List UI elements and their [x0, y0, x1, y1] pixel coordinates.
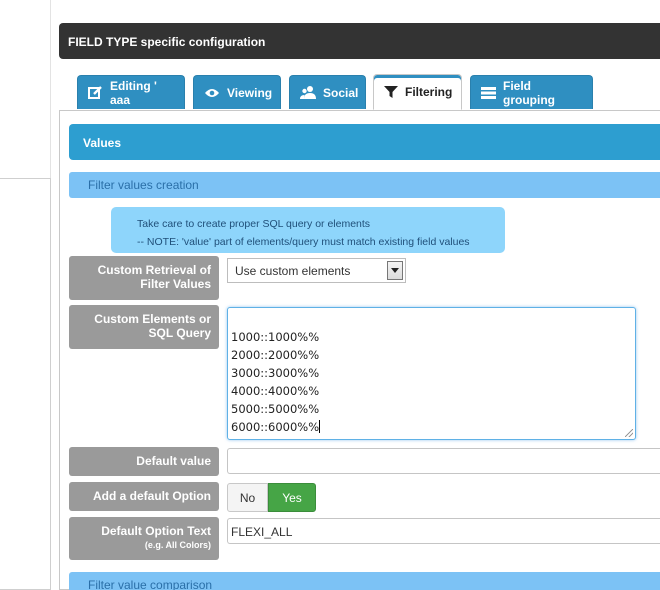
tab-editing-label: Editing ' aaa	[110, 78, 157, 107]
custom-elements-textarea[interactable]: 1000::1000%% 2000::2000%% 3000::3000%% 4…	[227, 307, 636, 440]
textarea-line: 2000::2000%%	[231, 348, 320, 362]
tab-viewing-label: Viewing	[227, 85, 273, 100]
config-header-title: FIELD TYPE specific configuration	[68, 35, 266, 49]
filter-values-creation-title: Filter values creation	[88, 178, 199, 192]
custom-retrieval-label-line2: Filter Values	[140, 277, 211, 291]
filter-values-creation-header[interactable]: Filter values creation	[69, 172, 660, 198]
custom-elements-label: Custom Elements or SQL Query	[69, 305, 219, 349]
custom-retrieval-selected-value: Use custom elements	[235, 264, 351, 278]
eye-icon	[204, 87, 220, 99]
textarea-line: 1000::1000%%	[231, 330, 320, 344]
textarea-line: 5000::5000%%	[231, 402, 320, 416]
text-caret	[319, 420, 321, 433]
filter-icon	[384, 85, 398, 99]
textarea-line: 6000::6000%%	[231, 420, 320, 434]
tab-field-grouping-label: Field grouping	[503, 78, 555, 107]
filter-value-comparison-title: Filter value comparison	[88, 578, 213, 590]
default-value-label: Default value	[69, 447, 219, 476]
default-option-text-label-text: Default Option Text	[101, 524, 211, 538]
sql-note-box: Take care to create proper SQL query or …	[111, 207, 505, 253]
list-icon	[481, 86, 496, 100]
custom-retrieval-select[interactable]: Use custom elements	[227, 258, 406, 283]
default-value-label-text: Default value	[136, 454, 211, 468]
config-header: FIELD TYPE specific configuration	[59, 23, 660, 59]
edit-icon	[88, 85, 103, 100]
tab-viewing[interactable]: Viewing	[193, 75, 281, 109]
default-option-text-label: Default Option Text (e.g. All Colors)	[69, 517, 219, 560]
filter-value-comparison-header[interactable]: Filter value comparison	[69, 572, 660, 590]
tab-filtering-label: Filtering	[405, 85, 453, 99]
default-option-text-input[interactable]: FLEXI_ALL	[227, 518, 660, 544]
yes-option-button[interactable]: Yes	[268, 483, 316, 512]
no-option-button[interactable]: No	[227, 483, 268, 512]
resize-handle-icon[interactable]	[625, 429, 633, 437]
left-panel-box	[0, 178, 51, 590]
custom-elements-label-line2: SQL Query	[148, 326, 211, 340]
custom-retrieval-label-line1: Custom Retrieval of	[97, 263, 211, 277]
no-option-label: No	[239, 490, 256, 505]
custom-retrieval-label: Custom Retrieval of Filter Values	[69, 256, 219, 300]
yes-option-label: Yes	[282, 490, 302, 505]
textarea-last-line: 6000::6000%%	[231, 418, 632, 436]
tab-bar: Editing ' aaa Viewing Social Filtering F…	[59, 59, 660, 111]
tab-field-grouping[interactable]: Field grouping	[470, 75, 593, 109]
users-icon	[300, 85, 316, 100]
textarea-line: 3000::3000%%	[231, 366, 320, 380]
add-default-option-label-text: Add a default Option	[93, 489, 211, 503]
tab-social[interactable]: Social	[289, 75, 366, 109]
sql-note-line2: -- NOTE: 'value' part of elements/query …	[137, 236, 470, 248]
textarea-line: 4000::4000%%	[231, 384, 320, 398]
tab-social-label: Social	[323, 85, 359, 100]
default-option-text-value: FLEXI_ALL	[231, 525, 293, 539]
sql-note-line1: Take care to create proper SQL query or …	[137, 218, 371, 230]
values-section-header[interactable]: Values	[69, 124, 660, 160]
add-default-option-toggle: No Yes	[227, 483, 316, 512]
default-option-text-hint: (e.g. All Colors)	[144, 540, 211, 550]
tab-editing[interactable]: Editing ' aaa	[77, 75, 185, 109]
chevron-down-icon[interactable]	[387, 261, 403, 280]
default-value-input[interactable]	[227, 448, 660, 474]
add-default-option-label: Add a default Option	[69, 482, 219, 511]
values-section-title: Values	[83, 136, 122, 150]
custom-elements-label-line1: Custom Elements or	[94, 312, 211, 326]
tab-filtering[interactable]: Filtering	[373, 74, 462, 110]
